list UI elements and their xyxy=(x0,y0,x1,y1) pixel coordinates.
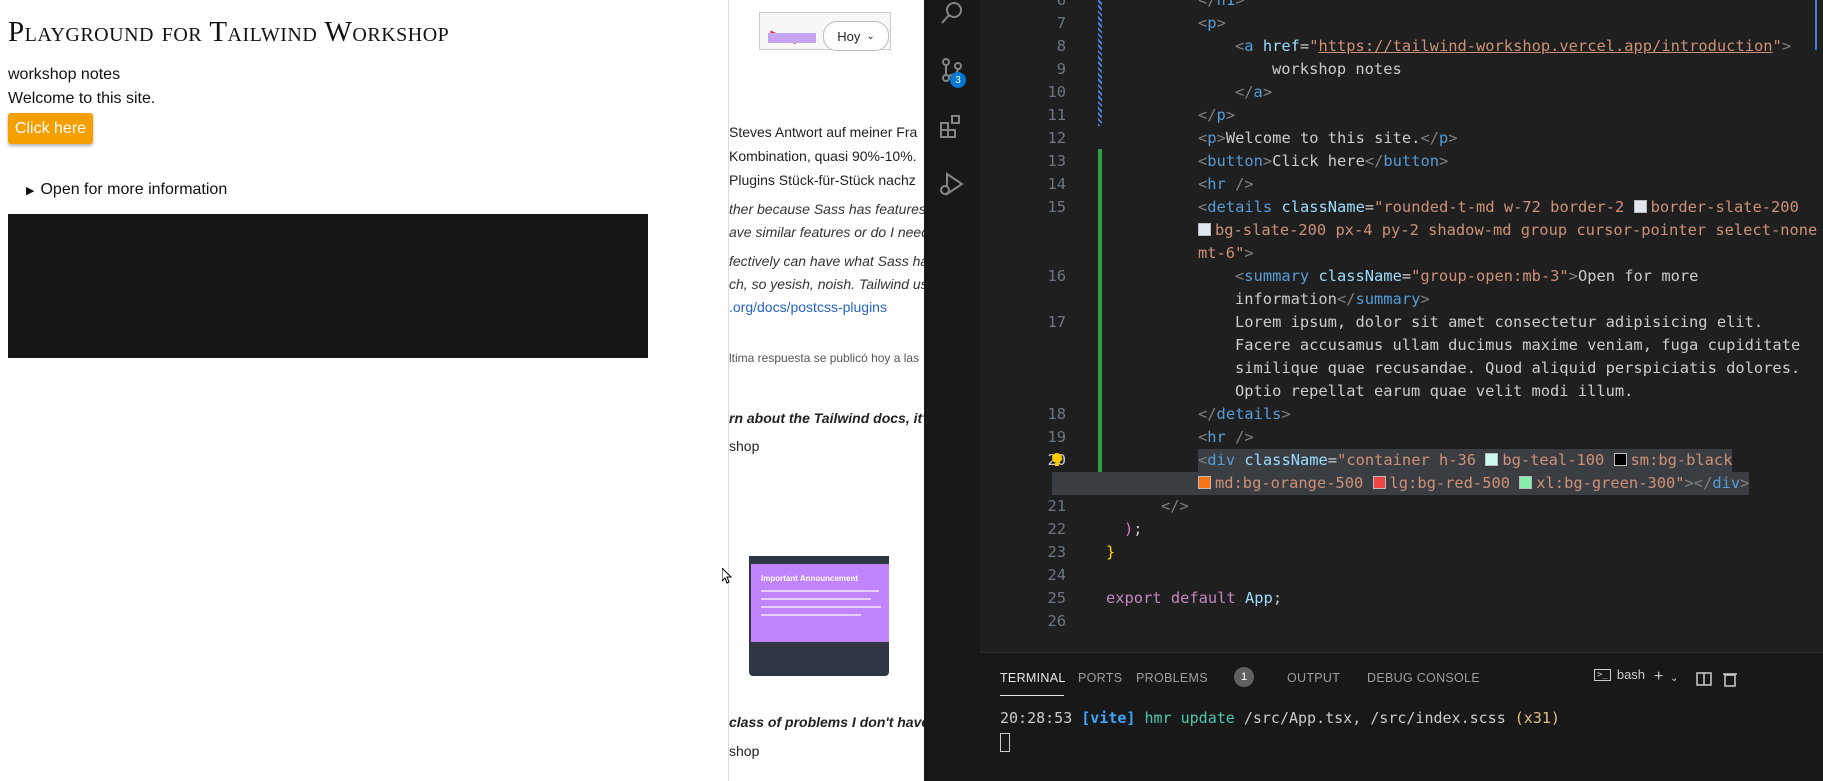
code-line: 19 <hr /> xyxy=(1047,428,1254,446)
code-line: 9 workshop notes xyxy=(1056,60,1402,78)
code-line: 24 xyxy=(1047,566,1066,584)
welcome-text: Welcome to this site. xyxy=(8,90,156,107)
mouse-cursor-icon xyxy=(722,568,732,584)
page-title: Playground for Tailwind Workshop xyxy=(8,16,450,48)
extensions-icon[interactable] xyxy=(938,112,966,140)
responsive-container-box xyxy=(8,214,648,358)
tab-ports[interactable]: PORTS xyxy=(1078,671,1122,685)
hoy-label: Hoy xyxy=(837,28,861,44)
code-line: 8 <a href="https://tailwind-workshop.ver… xyxy=(1056,37,1792,55)
tab-problems[interactable]: PROBLEMS xyxy=(1136,671,1208,685)
announcement-title: Important Announcement xyxy=(761,574,859,583)
code-line: 25 export default App; xyxy=(1047,589,1283,607)
terminal-output-line: 20:28:53 [vite] hmr update /src/App.tsx,… xyxy=(1000,709,1560,727)
announcement-thumbnail: Important Announcement xyxy=(749,556,889,676)
code-line: 23 } xyxy=(1047,543,1116,561)
code-line: 18 </details> xyxy=(1047,405,1291,423)
screen: Playground for Tailwind Workshop worksho… xyxy=(0,0,1823,781)
code-line: 7 <p> xyxy=(1056,14,1226,32)
tab-terminal[interactable]: TERMINAL xyxy=(1000,671,1066,685)
problems-count-badge: 1 xyxy=(1234,667,1254,687)
terminal-vite-tag: [vite] xyxy=(1081,709,1136,727)
vscode-window: 3 6 </h1> 7 <p> 8 <a href="https://tailw… xyxy=(924,0,1823,781)
active-tab-underline xyxy=(1000,695,1064,696)
click-here-button[interactable]: Click here xyxy=(8,113,93,144)
browser-text-line: class of problems I don't have to xyxy=(729,714,925,730)
terminal-time: 20:28:53 xyxy=(1000,709,1073,727)
terminal-files: /src/App.tsx, /src/index.scss xyxy=(1243,709,1506,727)
chevron-down-icon[interactable]: ⌄ xyxy=(1670,673,1678,684)
browser-text-line: ther because Sass has features s xyxy=(729,201,925,217)
background-browser-window: Hoy ⌄ Steves Antwort auf meiner Fra Komb… xyxy=(728,0,925,781)
browser-text-line: Kombination, quasi 90%-10%. xyxy=(729,148,917,164)
code-line: 26 xyxy=(1047,612,1066,630)
split-terminal-icon[interactable] xyxy=(1696,671,1712,687)
terminal-count: (x31) xyxy=(1514,709,1560,727)
thumbnail-button xyxy=(768,33,816,43)
terminal-hmr-text: hmr update xyxy=(1144,709,1235,727)
playground-page: Playground for Tailwind Workshop worksho… xyxy=(0,0,728,781)
browser-text-line: rn about the Tailwind docs, it's xyxy=(729,410,925,426)
browser-text-line: fectively can have what Sass has xyxy=(729,253,925,269)
new-terminal-plus-icon[interactable]: + xyxy=(1654,668,1663,686)
bottom-panel: TERMINAL PORTS PROBLEMS 1 OUTPUT DEBUG C… xyxy=(980,652,1823,781)
code-line: 13 <button>Click here</button> xyxy=(1047,152,1449,170)
code-line: 17 Lorem ipsum, dolor sit amet consectet… xyxy=(1047,313,1801,400)
code-line: 6 </h1> xyxy=(1056,0,1245,9)
chevron-down-icon: ⌄ xyxy=(866,30,875,42)
disclosure-triangle-icon: ▶ xyxy=(26,184,35,197)
browser-text-line: ch, so yesish, noish. Tailwind use xyxy=(729,276,925,292)
shell-name: bash xyxy=(1616,667,1646,682)
code-line: 21 </> xyxy=(1047,497,1189,515)
workshop-notes-link[interactable]: workshop notes xyxy=(8,66,120,84)
code-line: 10 </a> xyxy=(1047,83,1273,101)
code-line: 12 <p>Welcome to this site.</p> xyxy=(1047,129,1458,147)
activity-bar: 3 xyxy=(924,0,980,781)
terminal-shell-selector[interactable]: >_ bash xyxy=(1594,667,1645,682)
terminal-cursor xyxy=(1000,733,1010,752)
code-line: 15 <details className="rounded-t-md w-72… xyxy=(1047,198,1818,262)
tab-output[interactable]: OUTPUT xyxy=(1287,671,1340,685)
browser-text-line: shop xyxy=(729,438,760,454)
details-summary[interactable]: ▶ Open for more information xyxy=(26,181,227,199)
browser-text-line: ave similar features or do I need xyxy=(729,224,925,240)
code-editor[interactable]: 6 </h1> 7 <p> 8 <a href="https://tailwin… xyxy=(980,0,1823,652)
code-line: 16 <summary className="group-open:mb-3">… xyxy=(1047,267,1699,308)
browser-meta-line: ltima respuesta se publicó hoy a las xyxy=(729,351,920,365)
browser-text-line: shop xyxy=(729,743,760,759)
run-debug-icon[interactable] xyxy=(938,170,966,198)
code-line: 22 ); xyxy=(1047,520,1143,538)
code-line-selected: 20 <div className="container h-36 bg-tea… xyxy=(980,449,1823,495)
browser-text-line: Steves Antwort auf meiner Fra xyxy=(729,124,918,140)
code-line: 11 </p> xyxy=(1047,106,1236,124)
announcement-card: Important Announcement xyxy=(751,564,889,642)
tab-debug-console[interactable]: DEBUG CONSOLE xyxy=(1367,671,1480,685)
code-line: 14 <hr /> xyxy=(1047,175,1254,193)
browser-text-line: Plugins Stück-für-Stück nachz xyxy=(729,172,916,188)
details-summary-label: Open for more information xyxy=(40,181,228,198)
terminal-icon: >_ xyxy=(1594,668,1611,681)
hoy-dropdown[interactable]: Hoy ⌄ xyxy=(823,21,889,51)
search-icon[interactable] xyxy=(938,0,966,28)
source-control-badge: 3 xyxy=(950,72,966,88)
trash-icon[interactable] xyxy=(1722,671,1738,687)
lightbulb-icon[interactable] xyxy=(1050,452,1064,468)
postcss-plugins-link[interactable]: .org/docs/postcss-plugins xyxy=(729,299,887,315)
